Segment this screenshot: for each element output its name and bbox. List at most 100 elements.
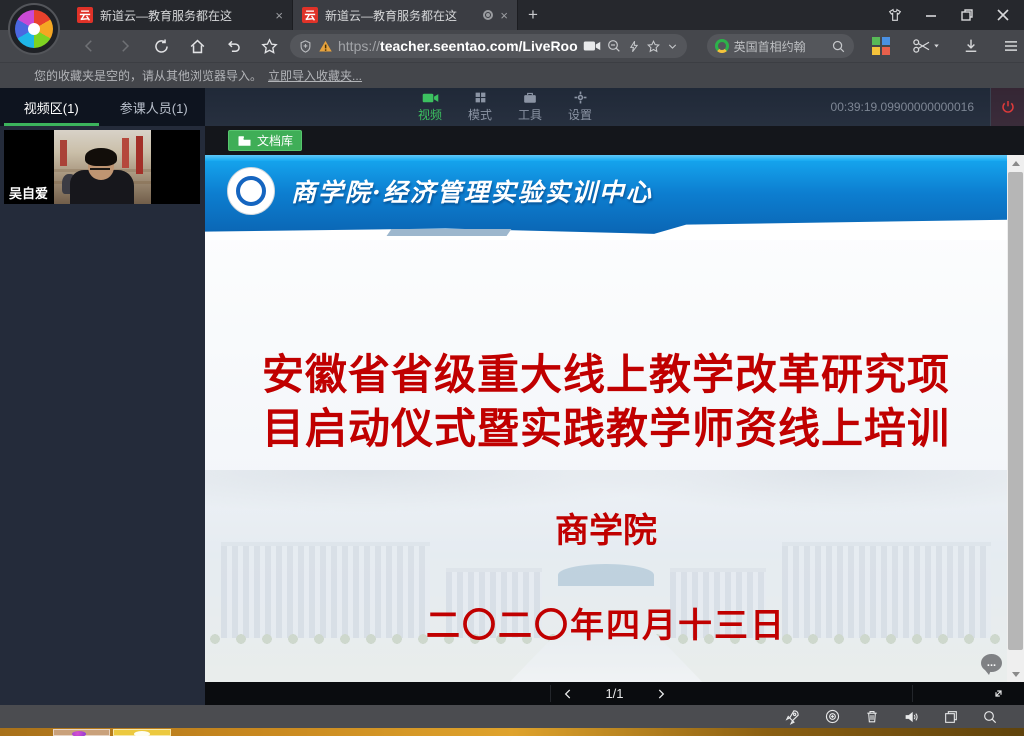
presentation-area: 文档库 商学院·经济管理实验实训中心: [205, 126, 1024, 705]
apps-grid-icon[interactable]: [868, 33, 894, 59]
toolbox-icon: [523, 91, 537, 104]
banner-accent-decoration: [387, 229, 512, 236]
url-scheme: https://: [338, 38, 380, 54]
screenshot-scissors-icon[interactable]: [908, 33, 944, 59]
toolbar-tools-button[interactable]: 工具: [513, 88, 547, 126]
ssl-warning-lock-icon: [318, 39, 333, 54]
divider: [550, 685, 551, 702]
slide-date: 二〇二〇年四月十三日: [205, 598, 1007, 647]
folder-icon: [237, 135, 252, 147]
next-page-button[interactable]: [650, 682, 672, 705]
boost-rocket-icon[interactable]: [784, 708, 801, 725]
slide: 商学院·经济管理实验实训中心 安徽省省级重大线上教: [205, 155, 1007, 682]
browser-tab-2[interactable]: 云 新道云—教育服务都在这 ×: [293, 0, 518, 30]
classroom-banner: [136, 136, 143, 174]
multi-window-icon[interactable]: [943, 709, 959, 725]
chat-bubble-icon[interactable]: ...: [981, 654, 1002, 672]
search-box[interactable]: 英国首相约翰: [707, 34, 854, 58]
search-hotword: 英国首相约翰: [734, 38, 826, 55]
windows-taskbar[interactable]: [0, 728, 1024, 736]
classroom-banner: [60, 140, 67, 166]
scroll-down-icon[interactable]: [1007, 666, 1024, 682]
favorite-star-icon[interactable]: [646, 39, 661, 54]
page-indicator: 1/1: [605, 686, 623, 701]
tab-title: 新道云—教育服务都在这: [100, 7, 268, 24]
slide-title-line2: 目启动仪式暨实践教学师资线上培训: [205, 402, 1007, 456]
tab-media-indicator-icon: [483, 10, 493, 20]
undo-close-button[interactable]: [220, 33, 246, 59]
reload-button[interactable]: [148, 33, 174, 59]
search-icon[interactable]: [831, 39, 846, 54]
banner-slash-decoration: [205, 218, 1007, 240]
close-button[interactable]: [988, 2, 1018, 28]
browser-statusbar: [0, 705, 1024, 728]
power-icon: [1000, 99, 1016, 115]
trash-icon[interactable]: [864, 708, 880, 725]
toolbar-right: [868, 33, 1024, 59]
minimize-button[interactable]: [916, 2, 946, 28]
taskbar-item[interactable]: [113, 729, 171, 736]
campus-photo: [205, 470, 1007, 682]
window-controls: [880, 0, 1018, 30]
search-engine-icon: [715, 39, 729, 53]
chevron-down-icon[interactable]: [666, 40, 679, 53]
fullscreen-expand-icon[interactable]: [991, 682, 1006, 705]
slide-title-line1: 安徽省省级重大线上教学改革研究项: [205, 348, 1007, 402]
toolbar-video-button[interactable]: 视频: [413, 88, 447, 126]
restore-button[interactable]: [952, 2, 982, 28]
banner-title: 商学院·经济管理实验实训中心: [291, 173, 653, 209]
lightning-extension-icon[interactable]: [627, 39, 641, 54]
slide-banner: 商学院·经济管理实验实训中心: [205, 155, 1007, 240]
back-button[interactable]: [76, 33, 102, 59]
class-timer: 00:39:19.09900000000016: [831, 88, 974, 126]
toolbar-mode-button[interactable]: 模式: [463, 88, 497, 126]
bookmark-empty-notice: 您的收藏夹是空的，请从其他浏览器导入。: [34, 67, 262, 84]
tab-participants[interactable]: 参课人员(1): [103, 88, 206, 126]
previous-page-button[interactable]: [557, 682, 579, 705]
browser-logo-icon[interactable]: [8, 3, 60, 55]
url-text: https://teacher.seentao.com/LiveRoo: [338, 38, 578, 54]
menu-icon[interactable]: [998, 33, 1024, 59]
document-library-button[interactable]: 文档库: [228, 130, 302, 151]
tab-close-icon[interactable]: ×: [500, 8, 508, 23]
zoom-out-icon[interactable]: [606, 38, 622, 54]
tab-video-area[interactable]: 视频区(1): [0, 88, 103, 126]
gear-icon: [574, 91, 587, 104]
panel-tabs: 视频区(1) 参课人员(1): [0, 88, 205, 126]
scrollbar-thumb[interactable]: [1008, 172, 1023, 650]
participant-video-thumbnail[interactable]: 吴自爱: [4, 130, 200, 204]
end-class-button[interactable]: [990, 88, 1024, 126]
divider: [912, 685, 913, 702]
liveroom-header: 视频区(1) 参课人员(1) 视频 模式 工具 设置 00:39:19.0990…: [0, 88, 1024, 126]
forward-button[interactable]: [112, 33, 138, 59]
toolbar-settings-button[interactable]: 设置: [563, 88, 597, 126]
classroom-banner: [122, 138, 129, 168]
volume-icon[interactable]: [903, 709, 920, 725]
theme-shirt-icon[interactable]: [880, 2, 910, 28]
bookmark-star-icon[interactable]: [256, 33, 282, 59]
pinwheel-icon: [15, 10, 53, 48]
taskbar-item[interactable]: [53, 729, 110, 736]
page-search-icon[interactable]: [982, 709, 998, 725]
address-bar[interactable]: https://teacher.seentao.com/LiveRoo: [290, 34, 687, 58]
slide-pagination-bar: 1/1: [205, 682, 1024, 705]
shield-icon: [298, 39, 313, 54]
browser-titlebar: 云 新道云—教育服务都在这 × 云 新道云—教育服务都在这 × +: [0, 0, 1024, 30]
webcam-feed: [54, 130, 151, 204]
browser-tab-1[interactable]: 云 新道云—教育服务都在这 ×: [68, 0, 293, 30]
slide-viewport: 商学院·经济管理实验实训中心 安徽省省级重大线上教: [205, 155, 1024, 682]
capture-circle-plus-icon[interactable]: [824, 708, 841, 725]
home-button[interactable]: [184, 33, 210, 59]
tab-title: 新道云—教育服务都在这: [325, 7, 476, 24]
new-tab-button[interactable]: +: [518, 0, 548, 30]
import-bookmarks-link[interactable]: 立即导入收藏夹...: [268, 67, 362, 84]
download-icon[interactable]: [958, 33, 984, 59]
slide-scrollbar[interactable]: [1007, 155, 1024, 682]
scroll-up-icon[interactable]: [1007, 155, 1024, 171]
bookmark-bar: 您的收藏夹是空的，请从其他浏览器导入。 立即导入收藏夹...: [0, 62, 1024, 88]
seentao-favicon-icon: 云: [77, 7, 93, 23]
tab-close-icon[interactable]: ×: [275, 8, 283, 23]
liveroom-toolbar: 视频 模式 工具 设置: [413, 88, 597, 126]
camera-permission-icon[interactable]: [583, 39, 601, 53]
url-host-path: teacher.seentao.com/LiveRoo: [380, 38, 578, 54]
